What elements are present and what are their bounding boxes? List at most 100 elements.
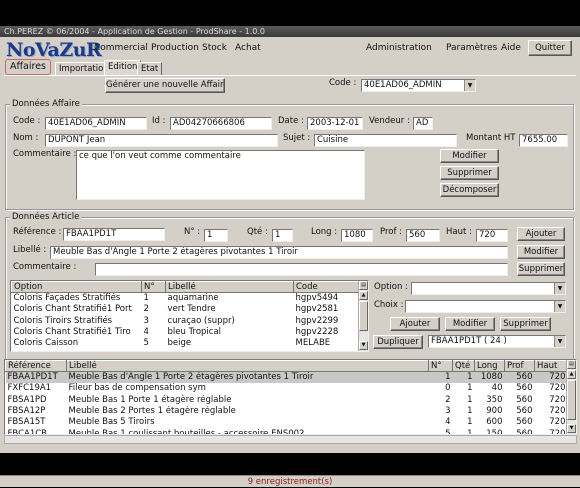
option-row[interactable]: Coloris Chant Stratifié1 Tiro 4 bleu Tropi…: [12, 327, 360, 338]
option-row[interactable]: Coloris Caisson 5 beige MELABE: [12, 338, 360, 349]
affaire-sujet-field[interactable]: Cuisine: [314, 134, 457, 147]
combo-arrow-icon[interactable]: ▼: [464, 80, 475, 91]
affaire-nom-field[interactable]: DUPONT Jean: [45, 134, 278, 147]
col-reference[interactable]: Référence: [5, 360, 67, 372]
col-prof[interactable]: Prof: [504, 360, 535, 372]
article-row[interactable]: FBAA1PD1T Meuble Bas d'Angle 1 Porte 2 ét…: [5, 371, 568, 383]
col-article-libelle[interactable]: Libellé: [66, 360, 429, 372]
col-article-no[interactable]: N°: [428, 360, 453, 372]
options-table[interactable]: Option N° Libellé Code Coloris Façades S…: [10, 280, 369, 352]
affaire-decomposer-button[interactable]: Décomposer: [440, 183, 499, 197]
article-libelle-field[interactable]: Meuble Bas d'Angle 1 Porte 2 étagères pi…: [50, 246, 508, 259]
col-qte[interactable]: Qté: [452, 360, 475, 372]
option-row-cell: curaçao (suppr): [167, 315, 235, 326]
option-row-cell: 3: [143, 315, 149, 326]
article-row-cell: 1: [467, 394, 473, 405]
option-row-cell: MELABE: [295, 338, 331, 349]
scroll-up-icon[interactable]: ▲: [359, 291, 368, 300]
menu-commercial[interactable]: Commercial: [94, 43, 148, 53]
option-ajouter-button[interactable]: Ajouter: [390, 317, 440, 331]
combo-arrow-icon[interactable]: ▼: [554, 336, 565, 347]
window-title: Ch.PEREZ © 06/2004 - Application de Gest…: [4, 27, 266, 36]
generer-affaire-button[interactable]: Générer une nouvelle Affaire: [105, 78, 225, 93]
affaire-vendeur-field[interactable]: AD: [413, 117, 433, 130]
article-ajouter-button[interactable]: Ajouter: [517, 227, 565, 241]
option-row-cell: aquamarine: [167, 293, 219, 303]
option-row-cell: 1: [143, 293, 149, 303]
article-row[interactable]: FBSA12P Meuble Bas 2 Portes 1 étagère rég…: [6, 406, 568, 417]
affaire-supprimer-button[interactable]: Supprimer: [440, 166, 499, 180]
article-modifier-button[interactable]: Modifier: [517, 245, 565, 259]
option-row[interactable]: Coloris Façades Stratifiés 1 aquamarine hgp…: [12, 293, 360, 305]
quitter-button[interactable]: Quitter: [528, 40, 572, 56]
article-supprimer-button[interactable]: Supprimer: [517, 262, 565, 276]
tab-etat[interactable]: Etat: [137, 62, 163, 76]
menu-production[interactable]: Production: [151, 43, 199, 53]
col-option[interactable]: Option: [11, 281, 142, 293]
menu-achat[interactable]: Achat: [235, 43, 261, 53]
dupliquer-select[interactable]: FBAA1PD1T ( 24 ) ▼: [428, 335, 566, 348]
combo-arrow-icon[interactable]: ▼: [554, 283, 565, 294]
article-commentaire-field[interactable]: [95, 263, 508, 276]
article-row-cell: 720: [534, 371, 568, 383]
article-row-cell: 560: [516, 405, 533, 416]
menu-stock[interactable]: Stock: [202, 43, 227, 53]
option-select[interactable]: ▼: [411, 282, 566, 295]
combo-arrow-icon[interactable]: ▼: [554, 301, 565, 312]
tab-edition[interactable]: Edition: [104, 60, 142, 76]
article-row-cell: 560: [516, 417, 533, 428]
scroll-thumb[interactable]: [359, 301, 368, 331]
article-prof-field[interactable]: 560: [406, 229, 440, 242]
article-row[interactable]: FBSA15T Meuble Bas 5 Tiroirs 4 1 600 560 720: [6, 417, 568, 428]
option-row-cell: hgpv5494: [295, 293, 339, 303]
scroll-down-icon[interactable]: ▼: [567, 424, 576, 433]
col-haut[interactable]: Haut: [534, 360, 568, 372]
article-row-cell: FBAA1PD1T: [5, 371, 67, 383]
choix-select[interactable]: ▼: [405, 300, 566, 313]
article-row-cell: 560: [516, 394, 533, 405]
article-haut-label: Haut :: [446, 227, 472, 237]
article-long-field[interactable]: 1080: [341, 229, 373, 242]
affaire-montant-field[interactable]: 7655.00: [519, 134, 568, 147]
articles-table[interactable]: Référence Libellé N° Qté Long Prof Haut …: [4, 359, 577, 435]
window-titlebar: Ch.PEREZ © 06/2004 - Application de Gest…: [0, 26, 580, 37]
affaire-modifier-button[interactable]: Modifier: [440, 149, 499, 163]
scroll-up-icon[interactable]: ▲: [567, 370, 576, 379]
option-modifier-button[interactable]: Modifier: [445, 317, 495, 331]
column-picker-icon[interactable]: ▤: [359, 281, 368, 290]
menu-aide[interactable]: Aide: [501, 43, 521, 53]
tab-affaires[interactable]: Affaires: [5, 59, 51, 75]
col-libelle[interactable]: Libellé: [165, 281, 294, 293]
article-row-cell: FXFC19A1: [7, 383, 52, 394]
top-code-select[interactable]: 40E1AD06_ADMIN ▼: [361, 79, 476, 92]
article-haut-field[interactable]: 720: [476, 229, 508, 242]
option-supprimer-button[interactable]: Supprimer: [500, 317, 551, 331]
article-reference-field[interactable]: FBAA1PD1T: [63, 228, 165, 241]
article-row[interactable]: FBSA1PD Meuble Bas 1 Porte 1 étagère régl…: [6, 394, 568, 405]
affaire-code-field[interactable]: 40E1AD06_ADMIN: [45, 117, 147, 130]
column-picker-icon[interactable]: ▤: [567, 360, 576, 369]
article-qte-label: Qté :: [247, 227, 268, 237]
menu-parametres[interactable]: Paramètres: [446, 43, 497, 53]
article-no-field[interactable]: 1: [204, 229, 228, 242]
options-scrollbar[interactable]: ▤ ▲ ▼: [358, 281, 368, 351]
scroll-thumb[interactable]: [567, 380, 576, 420]
scroll-down-icon[interactable]: ▼: [359, 341, 368, 350]
article-row-cell: FBSA15T: [7, 417, 46, 428]
articles-hscrollbar[interactable]: [4, 435, 577, 444]
col-no[interactable]: N°: [141, 281, 166, 293]
affaire-commentaire-field[interactable]: ce que l'on veut comme commentaire: [76, 150, 365, 200]
dupliquer-button[interactable]: Dupliquer: [373, 335, 423, 349]
article-reference-label: Référence :: [13, 227, 62, 237]
affaire-id-field[interactable]: AD04270666806: [170, 117, 272, 130]
article-row-cell: 560: [504, 371, 535, 383]
affaire-date-field[interactable]: 2003-12-01: [307, 117, 363, 130]
articles-scrollbar[interactable]: ▤ ▲ ▼: [566, 360, 576, 434]
col-code[interactable]: Code: [293, 281, 360, 293]
article-row[interactable]: FXFC19A1 Fileur bas de compensation sym 0 1…: [6, 383, 568, 394]
option-row[interactable]: Coloris Chant Stratifié1 Port 2 vert Tendr…: [12, 304, 360, 315]
article-qte-field[interactable]: 1: [272, 229, 293, 242]
option-row[interactable]: Coloris Tiroirs Stratifiés 3 curaçao (supp…: [12, 315, 360, 326]
col-long[interactable]: Long: [474, 360, 505, 372]
menu-administration[interactable]: Administration: [366, 43, 432, 53]
